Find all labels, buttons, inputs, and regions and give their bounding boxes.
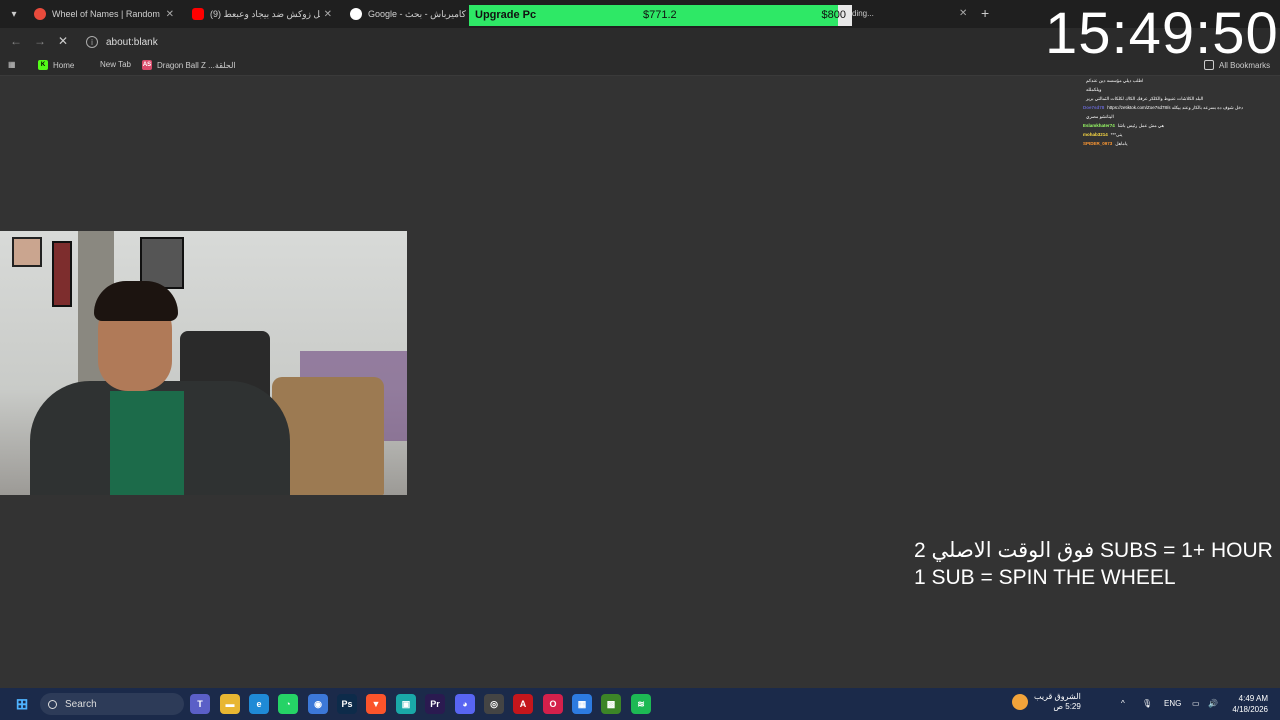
- chat-message: SPIDER_0973 ياماهل: [1083, 139, 1273, 148]
- chat-message: ويلكملله: [1083, 85, 1273, 94]
- chat-text: ياماهل: [1115, 141, 1128, 146]
- address-text[interactable]: about:blank: [106, 37, 158, 48]
- file-explorer-icon[interactable]: ▬: [220, 694, 240, 714]
- opera-icon[interactable]: O: [543, 694, 563, 714]
- tray-chevron-icon[interactable]: ^: [1121, 699, 1125, 708]
- chat-message: mohab3214 ***ينى: [1083, 130, 1273, 139]
- tab-title: Google - ديكت كاميرباش - بحث: [368, 8, 468, 19]
- network-icon[interactable]: ▭: [1192, 699, 1200, 708]
- discord-icon[interactable]: ◕: [455, 694, 475, 714]
- teams-icon[interactable]: T: [190, 694, 210, 714]
- chat-message: اطلب ديلي مؤسسه دين عندكم: [1083, 76, 1273, 85]
- chat-username: Doe7sd78: [1083, 105, 1105, 110]
- close-tab-icon[interactable]: ✕: [324, 9, 332, 20]
- chat-message: Doe7sd78 https://zetiktok.com/Zoe7sd78/s …: [1083, 103, 1273, 112]
- whatsapp-icon[interactable]: ◔: [278, 694, 298, 714]
- windows-icon[interactable]: ⊞: [12, 694, 32, 714]
- chat-username: SPIDER_0973: [1083, 141, 1113, 146]
- tab-wheel-of-names[interactable]: Wheel of Names | Random name picker ✕: [28, 2, 178, 26]
- address-bar[interactable]: i about:blank: [80, 31, 1040, 53]
- chat-overlay: اطلب ديلي مؤسسه دين عندكم ويلكملله البلد ا…: [1083, 76, 1273, 148]
- weather-widget[interactable]: الشروق قريب 5:29 ص: [1012, 692, 1081, 712]
- bookmark-label: Home: [53, 60, 75, 70]
- tab-youtube[interactable]: (9) ديل زوكش ضد بيجاد وعبعط ✕: [186, 2, 336, 26]
- photoshop-icon[interactable]: Ps: [337, 694, 357, 714]
- close-tab-icon[interactable]: ✕: [166, 9, 174, 20]
- subs-rule-line: فوق الوقت الاصلي 2 SUBS = 1+ HOUR: [914, 539, 1273, 562]
- back-arrow-icon[interactable]: ←: [10, 34, 22, 48]
- tab-title: (9) ديل زوكش ضد بيجاد وعبعط: [210, 8, 320, 19]
- subs-rule-line: 1 SUB = SPIN THE WHEEL: [914, 566, 1176, 589]
- spotify-icon[interactable]: ≋: [631, 694, 651, 714]
- new-tab-button[interactable]: +: [981, 5, 989, 21]
- youtube-favicon-icon: [192, 8, 204, 20]
- bookmark-new-tab[interactable]: New Tab: [100, 60, 131, 69]
- bookmark-dragon-ball[interactable]: AS Dragon Ball Z ...الحلقة: [142, 60, 236, 70]
- weather-time: 5:29 ص: [1053, 702, 1081, 711]
- search-label: Search: [65, 698, 97, 710]
- sunrise-icon: [1012, 694, 1028, 710]
- goal-target-amount: $800: [821, 9, 846, 21]
- chat-message: اليتانشو مصري: [1083, 112, 1273, 121]
- chat-text: البلد الكلاشات عنبوط والكلكر عرفك الكاك …: [1086, 96, 1204, 101]
- tab-title: Wheel of Names | Random name picker: [52, 9, 162, 19]
- donation-goal-bar: Upgrade Pc $771.2 $800: [469, 5, 852, 26]
- site-info-icon[interactable]: i: [86, 36, 98, 48]
- chat-text: ***ينى: [1110, 132, 1123, 137]
- taskbar-time: 4:49 AM: [1238, 694, 1268, 703]
- bookmark-label: Dragon Ball Z ...الحلقة: [157, 60, 236, 70]
- chat-message: البلد الكلاشات عنبوط والكلكر عرفك الكاك …: [1083, 94, 1273, 103]
- bookmark-label: New Tab: [100, 60, 131, 69]
- wall-frame: [12, 237, 42, 267]
- taskbar: Search ⊞ T ▬ e ◔ ◉ Ps ▼ ▣ Pr ◕ ◎ A O ▦ ▩ ≋ الشروق قريب 5…: [0, 688, 1280, 720]
- acrobat-icon[interactable]: A: [513, 694, 533, 714]
- person-shirt: [110, 391, 184, 495]
- chat-username: mohab3214: [1083, 132, 1108, 137]
- chat-text: https://zetiktok.com/Zoe7sd78/s دخل شوف …: [1107, 105, 1244, 110]
- search-icon: [48, 699, 57, 709]
- edge-icon[interactable]: e: [249, 694, 269, 714]
- loading-tab-title: ding...: [852, 9, 874, 18]
- chrome-icon[interactable]: ◉: [308, 694, 328, 714]
- microphone-icon[interactable]: 🎙: [1142, 699, 1152, 708]
- apps-grid-icon[interactable]: ▦: [8, 60, 16, 69]
- close-tab-icon[interactable]: ✕: [959, 8, 967, 19]
- tab-google-search[interactable]: Google - ديكت كاميرباش - بحث: [344, 2, 468, 26]
- stream-clock: 15:49:50: [1045, 1, 1279, 66]
- stop-loading-icon[interactable]: ✕: [58, 34, 68, 48]
- chat-username: Eslamkhater74: [1083, 123, 1115, 128]
- wheel-of-names-favicon-icon: [34, 8, 46, 20]
- app-teal-icon[interactable]: ▣: [396, 694, 416, 714]
- person-hair: [94, 281, 178, 321]
- brave-icon[interactable]: ▼: [366, 694, 386, 714]
- chat-text: ويلكملله: [1086, 87, 1102, 92]
- chat-message: Eslamkhater74 هي مش عمل رئيس باشا: [1083, 121, 1273, 130]
- kick-icon: K: [38, 60, 48, 70]
- volume-icon[interactable]: 🔊: [1208, 699, 1218, 708]
- webcam-feed: [0, 231, 407, 495]
- forward-arrow-icon[interactable]: →: [34, 34, 46, 48]
- taskbar-clock[interactable]: 4:49 AM 4/18/2026: [1228, 693, 1268, 715]
- goal-title: Upgrade Pc: [475, 9, 537, 21]
- taskbar-date: 4/18/2026: [1232, 705, 1268, 714]
- wall-poster: [52, 241, 72, 307]
- bookmark-home[interactable]: K Home: [38, 60, 74, 70]
- app-blue-icon[interactable]: ▦: [572, 694, 592, 714]
- premiere-icon[interactable]: Pr: [425, 694, 445, 714]
- obs-icon[interactable]: ◎: [484, 694, 504, 714]
- goal-current-amount: $771.2: [643, 9, 677, 21]
- tab-search-button[interactable]: ▾: [4, 4, 24, 24]
- minecraft-icon[interactable]: ▩: [601, 694, 621, 714]
- chat-text: اليتانشو مصري: [1086, 114, 1114, 119]
- chat-text: هي مش عمل رئيس باشا: [1117, 123, 1165, 128]
- taskbar-search[interactable]: Search: [40, 693, 184, 715]
- anime-site-icon: AS: [142, 60, 152, 70]
- google-favicon-icon: [350, 8, 362, 20]
- weather-text: الشروق قريب: [1034, 692, 1081, 701]
- subs-rules: فوق الوقت الاصلي 2 SUBS = 1+ HOUR 1 SUB …: [914, 537, 1273, 591]
- language-indicator[interactable]: ENG: [1164, 699, 1181, 708]
- chat-text: اطلب ديلي مؤسسه دين عندكم: [1086, 78, 1144, 83]
